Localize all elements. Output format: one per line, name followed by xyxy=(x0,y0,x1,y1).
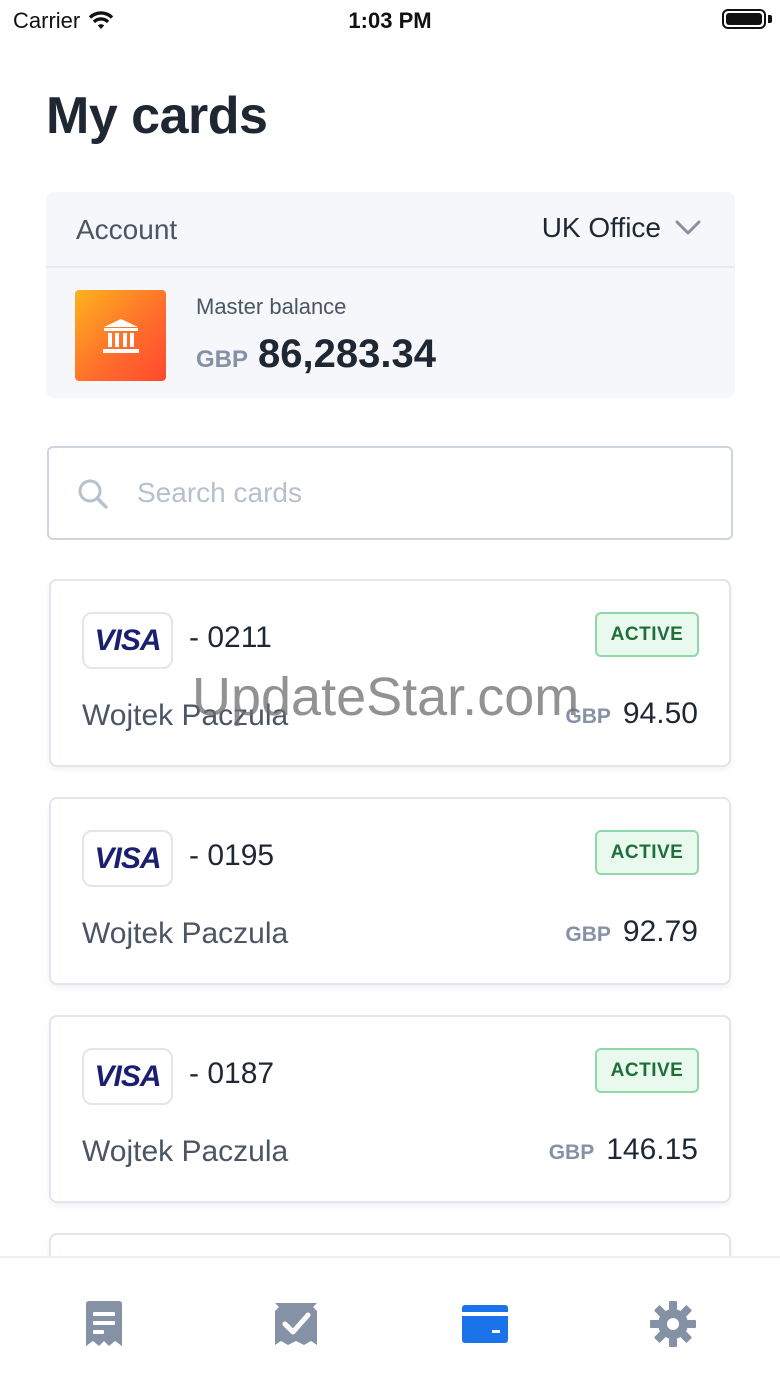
chevron-down-icon xyxy=(675,220,701,235)
tab-bar xyxy=(0,1256,780,1387)
card-holder-name: Wojtek Paczula xyxy=(82,1135,289,1168)
document-icon xyxy=(86,1301,122,1346)
card-brand: VISA xyxy=(94,623,161,657)
account-summary-card: Account UK Office Master balance GBP 86,… xyxy=(46,192,735,398)
balance-amount: 86,283.34 xyxy=(258,332,436,376)
card-number: - 0211 xyxy=(189,621,272,654)
card-amount: 94.50 xyxy=(622,697,698,730)
search-input[interactable] xyxy=(137,473,697,513)
card-list-item[interactable]: VISA - 0195 ACTIVE Wojtek Paczula GBP 92… xyxy=(49,797,731,985)
tab-cards[interactable] xyxy=(455,1294,515,1354)
card-balance: GBP 146.15 xyxy=(549,1133,698,1167)
card-balance: GBP 94.50 xyxy=(565,697,698,731)
master-balance: GBP 86,283.34 xyxy=(196,332,436,377)
card-amount: 92.79 xyxy=(622,915,698,948)
card-holder-name: Wojtek Paczula xyxy=(82,917,289,950)
status-badge: ACTIVE xyxy=(595,830,699,875)
account-dropdown[interactable]: UK Office xyxy=(542,212,701,244)
page-title: My cards xyxy=(46,87,268,145)
visa-logo: VISA xyxy=(82,612,173,669)
battery-tip xyxy=(768,15,772,23)
gear-icon xyxy=(650,1301,696,1347)
search-icon xyxy=(78,479,108,509)
bank-icon xyxy=(75,290,166,381)
card-number: - 0195 xyxy=(189,839,275,872)
visa-logo: VISA xyxy=(82,1048,173,1105)
tab-receipts[interactable] xyxy=(266,1294,326,1354)
tab-settings[interactable] xyxy=(643,1294,703,1354)
balance-currency: GBP xyxy=(196,346,249,373)
status-badge: ACTIVE xyxy=(595,1048,699,1093)
card-holder-name: Wojtek Paczula xyxy=(82,699,289,732)
card-balance: GBP 92.79 xyxy=(565,915,698,949)
battery-icon xyxy=(722,9,766,29)
visa-logo: VISA xyxy=(82,830,173,887)
status-badge: ACTIVE xyxy=(595,612,699,657)
search-bar[interactable] xyxy=(47,446,733,540)
account-selected-value: UK Office xyxy=(541,212,661,243)
card-number: - 0187 xyxy=(189,1057,275,1090)
card-currency: GBP xyxy=(565,705,611,728)
balance-label: Master balance xyxy=(196,294,347,319)
card-brand: VISA xyxy=(94,841,161,875)
clock: 1:03 PM xyxy=(348,8,432,33)
card-currency: GBP xyxy=(565,923,611,946)
tab-documents[interactable] xyxy=(74,1294,134,1354)
receipt-check-icon xyxy=(275,1303,317,1345)
card-amount: 146.15 xyxy=(606,1133,698,1166)
card-brand: VISA xyxy=(94,1059,161,1093)
account-label: Account xyxy=(76,214,178,245)
account-selector[interactable]: Account UK Office xyxy=(46,192,735,268)
status-bar: Carrier 1:03 PM xyxy=(0,0,780,40)
card-list-item[interactable]: VISA - 0211 ACTIVE Wojtek Paczula GBP 94… xyxy=(49,579,731,767)
credit-card-icon xyxy=(462,1305,508,1343)
card-currency: GBP xyxy=(548,1141,595,1164)
card-list-item[interactable]: VISA - 0187 ACTIVE Wojtek Paczula GBP 14… xyxy=(49,1015,731,1203)
